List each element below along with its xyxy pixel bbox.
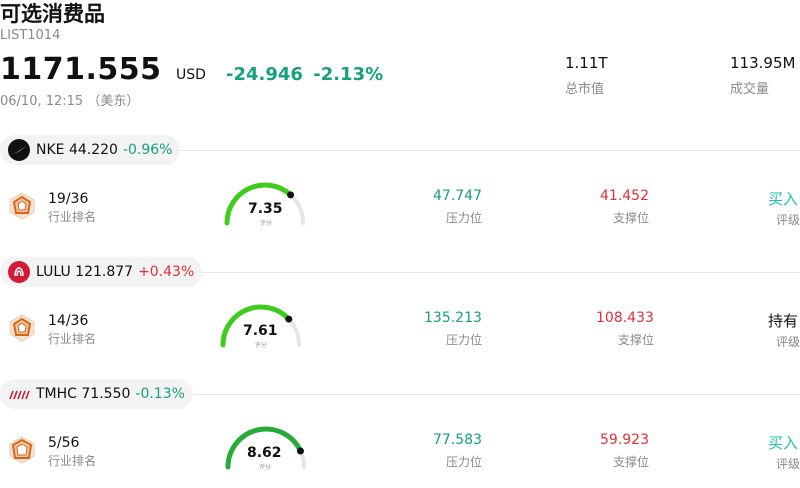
industry-rank-icon bbox=[9, 192, 35, 220]
list-code: LIST1014 bbox=[0, 28, 61, 43]
support-label: 支撑位 bbox=[613, 211, 650, 225]
divider bbox=[175, 150, 800, 151]
stock-symbol-price: LULU 121.877 bbox=[36, 264, 134, 280]
stock-change-percent: -0.13% bbox=[135, 386, 185, 402]
industry-rank-value: 5/56 bbox=[48, 435, 80, 451]
quote-timestamp: 06/10, 12:15 （美东） bbox=[0, 94, 140, 109]
price-change-percent: -2.13% bbox=[313, 64, 384, 85]
support-value: 59.923 bbox=[600, 432, 649, 448]
stock-symbol-price: TMHC 71.550 bbox=[36, 386, 131, 402]
support-label: 支撑位 bbox=[613, 455, 650, 469]
tmhc-logo-icon bbox=[8, 383, 30, 405]
rating-value[interactable]: 持有 bbox=[768, 310, 798, 331]
page-title: 可选消费品 bbox=[0, 2, 105, 26]
rating-value[interactable]: 买入 bbox=[768, 188, 798, 209]
support-label: 支撑位 bbox=[618, 333, 655, 347]
gauge-marker bbox=[287, 191, 295, 199]
stock-change-percent: +0.43% bbox=[138, 264, 195, 280]
volume-label: 成交量 bbox=[730, 82, 770, 97]
price-change: -24.946 -2.13% bbox=[226, 64, 383, 85]
stock-change-percent: -0.96% bbox=[122, 142, 173, 158]
industry-rank-value: 19/36 bbox=[48, 191, 89, 207]
index-price: 1171.555 bbox=[0, 52, 162, 87]
industry-rank-value: 14/36 bbox=[48, 313, 89, 329]
rating-label: 评级 bbox=[776, 457, 800, 471]
score-label: 评分 bbox=[260, 220, 273, 227]
rating-value[interactable]: 买入 bbox=[768, 432, 798, 453]
resistance-label: 压力位 bbox=[446, 211, 483, 225]
score-value: 7.35 bbox=[248, 201, 283, 217]
resistance-value: 77.583 bbox=[433, 432, 482, 448]
resistance-value: 47.747 bbox=[433, 188, 482, 204]
market-cap-value: 1.11T bbox=[565, 54, 608, 72]
resistance-label: 压力位 bbox=[446, 455, 483, 469]
industry-rank-label: 行业排名 bbox=[48, 454, 97, 468]
industry-rank-label: 行业排名 bbox=[48, 332, 97, 346]
score-value: 7.61 bbox=[243, 323, 278, 339]
score-value: 8.62 bbox=[247, 445, 282, 461]
currency-label: USD bbox=[176, 67, 206, 83]
industry-rank-label: 行业排名 bbox=[48, 210, 97, 224]
market-cap-label: 总市值 bbox=[565, 82, 605, 97]
resistance-value: 135.213 bbox=[424, 310, 482, 326]
score-label: 评分 bbox=[259, 464, 272, 471]
rating-label: 评级 bbox=[776, 335, 800, 349]
divider bbox=[175, 394, 800, 395]
gauge-marker bbox=[296, 447, 304, 455]
stock-pill-nke[interactable]: NKE 44.220 -0.96% bbox=[0, 135, 181, 165]
industry-rank-icon bbox=[9, 436, 35, 464]
divider bbox=[175, 272, 800, 273]
industry-rank-icon bbox=[9, 314, 35, 342]
price-change-value: -24.946 bbox=[226, 64, 303, 85]
volume-value: 113.95M bbox=[730, 54, 796, 72]
stock-pill-tmhc[interactable]: TMHC 71.550 -0.13% bbox=[0, 379, 193, 409]
score-label: 评分 bbox=[255, 342, 268, 349]
stock-symbol-price: NKE 44.220 bbox=[36, 142, 118, 158]
stock-pill-lulu[interactable]: LULU 121.877 +0.43% bbox=[0, 257, 203, 287]
support-value: 41.452 bbox=[600, 188, 649, 204]
support-value: 108.433 bbox=[596, 310, 654, 326]
nike-swoosh-icon bbox=[8, 139, 30, 161]
resistance-label: 压力位 bbox=[446, 333, 483, 347]
gauge-marker bbox=[285, 315, 293, 323]
lululemon-icon bbox=[8, 261, 30, 283]
rating-label: 评级 bbox=[776, 213, 800, 227]
